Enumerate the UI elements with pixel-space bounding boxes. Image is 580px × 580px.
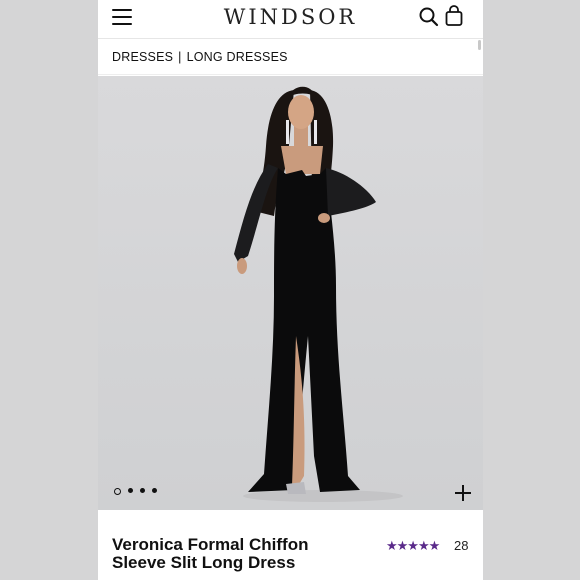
- divider: [98, 74, 483, 75]
- gallery-dot[interactable]: [140, 488, 145, 493]
- mobile-page: WINDSOR DRESSES | LONG DRESSES Veronica …: [98, 0, 483, 580]
- breadcrumb: DRESSES | LONG DRESSES: [112, 50, 288, 64]
- plus-icon[interactable]: [454, 484, 472, 502]
- gallery-dot[interactable]: [128, 488, 133, 493]
- site-header: WINDSOR: [98, 0, 483, 39]
- product-photo: [234, 86, 403, 502]
- scrollbar-thumb[interactable]: [478, 40, 481, 50]
- shopping-bag-icon[interactable]: [444, 5, 464, 27]
- gallery-dot[interactable]: [114, 488, 121, 495]
- breadcrumb-separator: |: [178, 50, 182, 64]
- rating-count: 28: [454, 538, 469, 553]
- gallery-dot[interactable]: [152, 488, 157, 493]
- breadcrumb-long-dresses[interactable]: LONG DRESSES: [187, 50, 288, 64]
- rating-stars-icon: ★★★★★: [386, 538, 440, 553]
- product-image-gallery[interactable]: [98, 76, 483, 510]
- breadcrumb-dresses[interactable]: DRESSES: [112, 50, 173, 64]
- product-title: Veronica Formal Chiffon Sleeve Slit Long…: [112, 535, 309, 572]
- search-icon[interactable]: [418, 6, 440, 28]
